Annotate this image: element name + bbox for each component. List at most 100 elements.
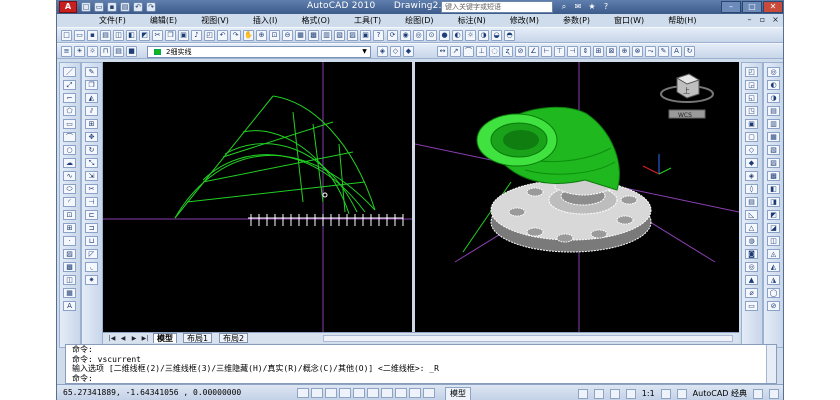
layer-lock-icon[interactable]: ⊓ (100, 46, 111, 57)
copy-edges-icon[interactable]: ◩ (767, 210, 780, 220)
radius-dimension-icon[interactable]: ◌ (489, 46, 500, 57)
properties-icon[interactable]: ▦ (295, 30, 306, 41)
menu-window[interactable]: 窗口(W) (602, 14, 656, 27)
zoom-status-icon[interactable] (625, 388, 636, 399)
line-icon[interactable]: ／ (63, 67, 76, 77)
object-snap-icon[interactable] (353, 388, 365, 398)
materials-icon[interactable]: ◑ (478, 30, 489, 41)
angular-dimension-icon[interactable]: ∠ (528, 46, 539, 57)
intersect-icon[interactable]: ◑ (767, 93, 780, 103)
layer-color-icon[interactable]: ■ (126, 46, 137, 57)
break-icon[interactable]: ⊐ (85, 223, 98, 233)
quick-view-layouts-icon[interactable] (577, 388, 588, 399)
lights-icon[interactable]: ☼ (465, 30, 476, 41)
open-icon[interactable]: ▭ (74, 30, 85, 41)
command-scrollbar[interactable] (766, 345, 776, 383)
ordinate-icon[interactable]: ⊥ (476, 46, 487, 57)
3d-dwf-icon[interactable]: ◩ (139, 30, 150, 41)
tab-layout2[interactable]: 布局2 (219, 333, 249, 343)
taper-faces-icon[interactable]: ▩ (767, 171, 780, 181)
table-icon[interactable]: ▦ (63, 288, 76, 298)
point-icon[interactable]: · (63, 236, 76, 246)
break-icon[interactable]: ⊞ (593, 46, 604, 57)
menu-dimension[interactable]: 标注(N) (446, 14, 498, 27)
view-left-icon[interactable]: ◱ (745, 93, 758, 103)
sw-iso-icon[interactable]: ◇ (745, 145, 758, 155)
join-icon[interactable]: ⊔ (85, 236, 98, 246)
baseline-icon[interactable]: ⊤ (554, 46, 565, 57)
ne-iso-icon[interactable]: ◈ (745, 171, 758, 181)
copy-icon[interactable]: ❐ (165, 30, 176, 41)
ellipse-icon[interactable]: ⬭ (63, 184, 76, 194)
menu-format[interactable]: 格式(O) (289, 14, 342, 27)
imprint-icon[interactable]: ◫ (767, 236, 780, 246)
plot-icon[interactable]: ▤ (100, 30, 111, 41)
paste-icon[interactable]: ▣ (178, 30, 189, 41)
undo-icon[interactable]: ↶ (217, 30, 228, 41)
move-faces-icon[interactable]: ▥ (767, 119, 780, 129)
grip-point[interactable] (322, 192, 328, 198)
space-icon[interactable]: ⇕ (580, 46, 591, 57)
se-iso-icon[interactable]: ◆ (745, 158, 758, 168)
next-tab-icon[interactable]: ▶ (129, 334, 139, 343)
camera-icon[interactable]: ◎ (413, 30, 424, 41)
viewport-3d[interactable]: 上 WCS (415, 62, 739, 332)
first-tab-icon[interactable]: |◀ (107, 334, 117, 343)
application-menu-button[interactable]: A (59, 1, 77, 13)
torus-icon[interactable]: ◎ (745, 262, 758, 272)
block-editor-icon[interactable]: ◰ (204, 30, 215, 41)
open-folder-icon[interactable]: ▭ (94, 2, 104, 12)
layer-sun-icon[interactable]: ☼ (87, 46, 98, 57)
prev-tab-icon[interactable]: ◀ (118, 334, 128, 343)
polygon-icon[interactable]: ⬠ (63, 106, 76, 116)
move-icon[interactable]: ✥ (85, 132, 98, 142)
array-icon[interactable]: ⊞ (85, 119, 98, 129)
tab-model[interactable]: 模型 (153, 333, 177, 343)
walk-icon[interactable]: ⊙ (426, 30, 437, 41)
menu-file[interactable]: 文件(F) (87, 14, 138, 27)
quickcalc-icon[interactable]: ▣ (360, 30, 371, 41)
menu-draw[interactable]: 绘图(D) (393, 14, 445, 27)
stretch-icon[interactable]: ⇲ (85, 171, 98, 181)
region-icon[interactable]: ◫ (63, 275, 76, 285)
offset-faces-icon[interactable]: ▦ (767, 132, 780, 142)
layer-dropdown[interactable]: 2细实线 ▼ (147, 46, 371, 58)
pyramid-icon[interactable]: ▲ (745, 275, 758, 285)
quick-view-drawings-icon[interactable] (593, 388, 604, 399)
view-bottom-icon[interactable]: ◲ (745, 80, 758, 90)
quick-dimension-icon[interactable]: ⊢ (541, 46, 552, 57)
cylinder-icon[interactable]: ◙ (745, 249, 758, 259)
shell-icon[interactable]: ◮ (767, 275, 780, 285)
doc-restore-button[interactable]: ▫ (757, 15, 768, 25)
polyline-icon[interactable]: ⌐ (63, 93, 76, 103)
communication-icon[interactable]: ✉ (573, 2, 583, 12)
cut-icon[interactable]: ✂ (152, 30, 163, 41)
redo-icon[interactable]: ↷ (230, 30, 241, 41)
undo-icon[interactable]: ↶ (133, 2, 143, 12)
horizontal-scrollbar[interactable] (323, 335, 733, 342)
shade-icon[interactable]: ◒ (491, 30, 502, 41)
helix-icon[interactable]: ⌀ (745, 288, 758, 298)
insert-block-icon[interactable]: ⊡ (63, 210, 76, 220)
separate-icon[interactable]: ◭ (767, 262, 780, 272)
menu-parametric[interactable]: 参数(P) (551, 14, 602, 27)
hatch-icon[interactable]: ▨ (63, 249, 76, 259)
zoom-previous-icon[interactable]: ⊖ (282, 30, 293, 41)
command-window[interactable]: 命令: 命令: vscurrent 输入选项 [二维线框(2)/三维线框(3)/… (65, 344, 777, 384)
view-front-icon[interactable]: ▣ (745, 119, 758, 129)
multiline-text-icon[interactable]: A (63, 301, 76, 311)
menu-edit[interactable]: 编辑(E) (138, 14, 189, 27)
arc-length-icon[interactable]: ⌒ (463, 46, 474, 57)
view-right-icon[interactable]: ◳ (745, 106, 758, 116)
view-back-icon[interactable]: ▢ (745, 132, 758, 142)
view-top-icon[interactable]: ◰ (745, 67, 758, 77)
zoom-realtime-icon[interactable]: ⊕ (256, 30, 267, 41)
revision-cloud-icon[interactable]: ☁ (63, 158, 76, 168)
menu-insert[interactable]: 插入(I) (241, 14, 290, 27)
clean-icon[interactable]: ◬ (767, 249, 780, 259)
layer-manager-icon[interactable]: ≡ (61, 46, 72, 57)
drawing-area[interactable]: 上 WCS (103, 62, 739, 332)
lineweight-icon[interactable] (409, 388, 421, 398)
union-icon[interactable]: ◎ (767, 67, 780, 77)
render-icon[interactable]: ◐ (452, 30, 463, 41)
